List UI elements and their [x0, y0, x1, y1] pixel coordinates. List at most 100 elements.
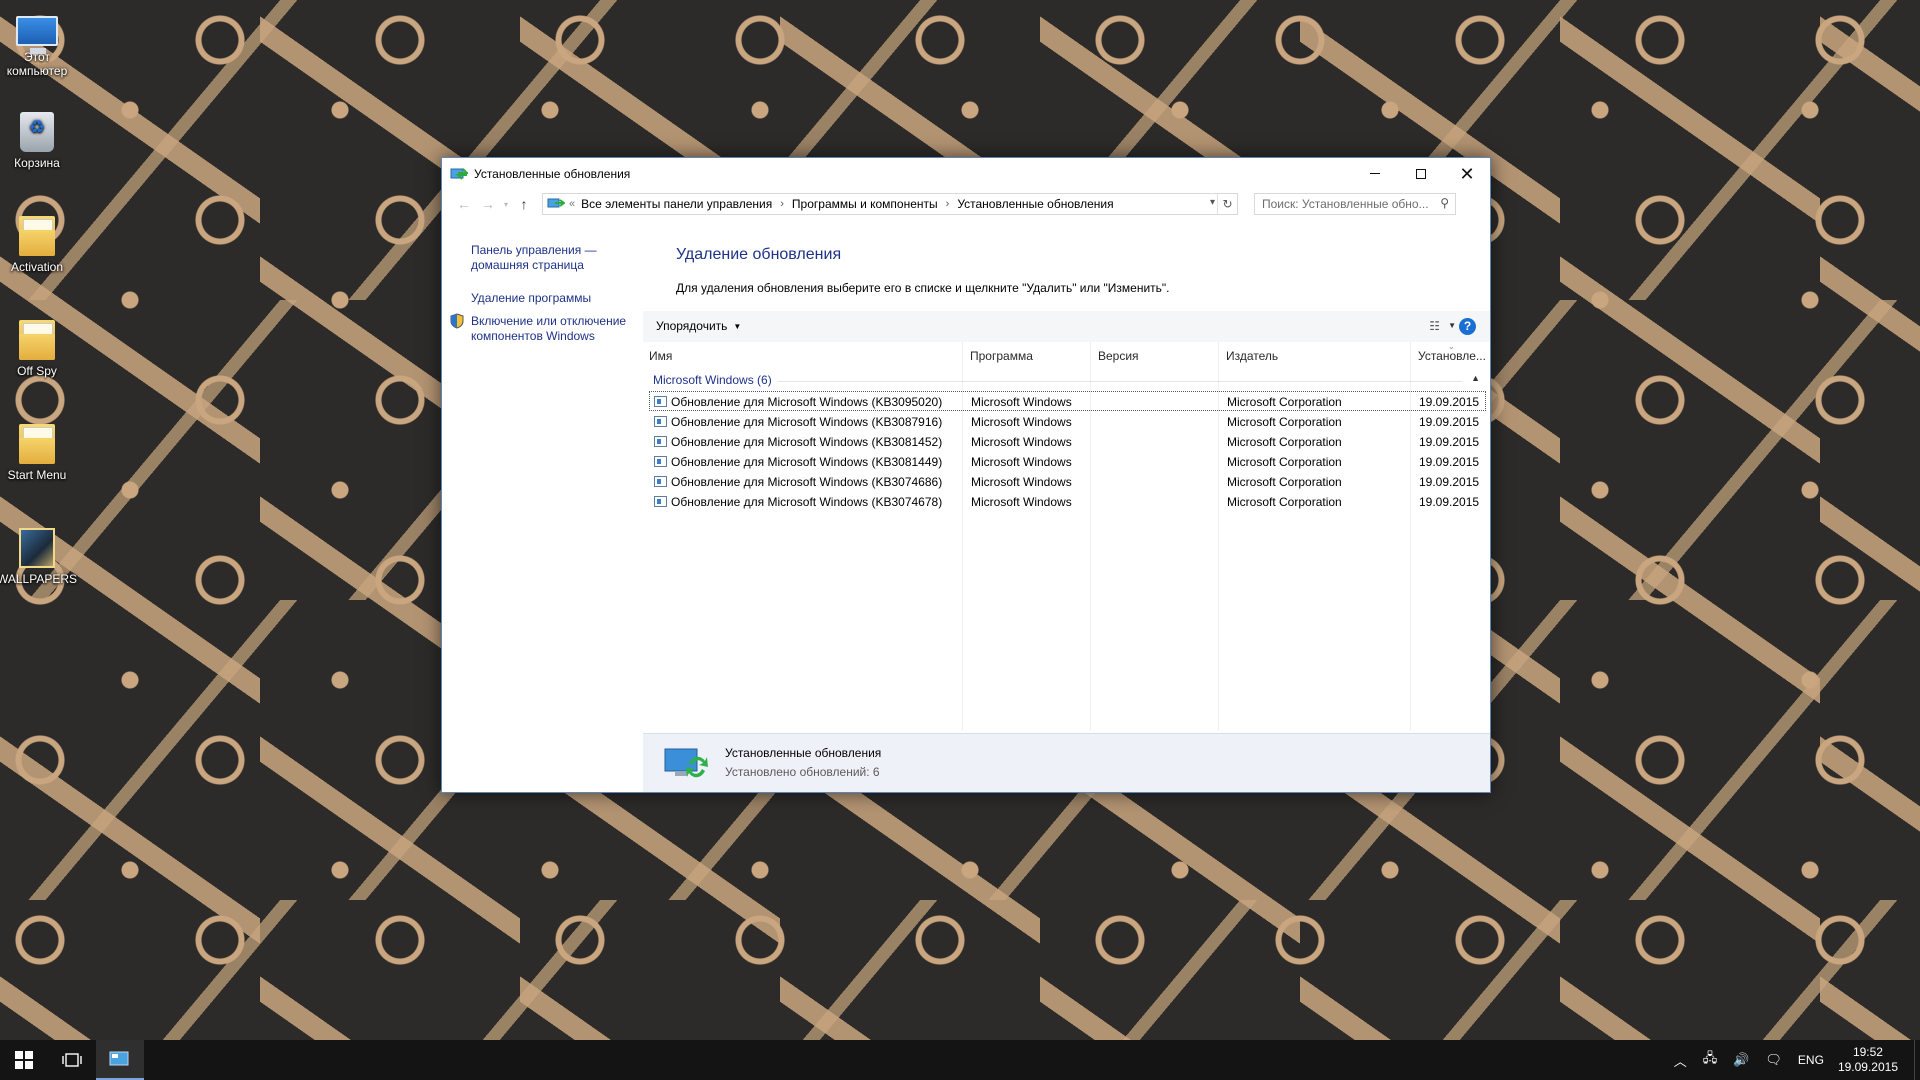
- taskbar-app-control-panel[interactable]: [96, 1040, 144, 1080]
- group-header-microsoft-windows[interactable]: Microsoft Windows (6) ▲: [653, 373, 1480, 389]
- column-header-program[interactable]: Программа: [970, 349, 1033, 363]
- search-input[interactable]: [1262, 197, 1432, 211]
- update-icon: [654, 436, 667, 447]
- cell-installed: 19.09.2015: [1419, 415, 1480, 429]
- action-center-icon[interactable]: 🗨: [1765, 1052, 1782, 1068]
- group-name: Microsoft Windows (6): [653, 373, 778, 387]
- update-icon: [654, 476, 667, 487]
- navigation-bar: ← → ▾ ↑ « Все элементы панели управления…: [442, 189, 1490, 219]
- desktop-icon-start-menu[interactable]: Start Menu: [0, 424, 74, 482]
- show-desktop-button[interactable]: [1914, 1040, 1920, 1080]
- table-row[interactable]: Обновление для Microsoft Windows (KB3081…: [649, 431, 1486, 451]
- cell-name: Обновление для Microsoft Windows (KB3095…: [671, 395, 943, 409]
- forward-arrow-icon[interactable]: →: [476, 196, 500, 212]
- update-icon: [654, 396, 667, 407]
- view-options-icon[interactable]: ☷: [1429, 319, 1440, 333]
- show-hidden-icons-chevron-icon[interactable]: ︿: [1674, 1051, 1687, 1070]
- desktop-icon-wallpapers[interactable]: WALLPAPERS: [0, 528, 78, 586]
- address-overflow[interactable]: «: [569, 198, 575, 210]
- wallpapers-folder-icon: [19, 528, 55, 568]
- desktop-icon-label: WALLPAPERS: [0, 572, 78, 586]
- cell-installed: 19.09.2015: [1419, 435, 1480, 449]
- collapse-icon[interactable]: ▲: [1471, 373, 1480, 383]
- input-language-indicator[interactable]: ENG: [1798, 1053, 1824, 1067]
- search-icon[interactable]: ⚲: [1440, 196, 1449, 210]
- cell-program: Microsoft Windows: [971, 415, 1072, 429]
- cell-publisher: Microsoft Corporation: [1227, 415, 1342, 429]
- desktop-icon-label: Activation: [10, 260, 64, 274]
- control-panel-icon: [450, 167, 470, 181]
- table-row[interactable]: Обновление для Microsoft Windows (KB3074…: [649, 491, 1486, 511]
- column-header-name[interactable]: Имя: [649, 349, 672, 363]
- desktop-icon-label: Off Spy: [17, 364, 57, 378]
- search-box[interactable]: ⚲: [1254, 193, 1456, 215]
- taskbar: ︿ 🖧 🔊 🗨 ENG 19:52 19.09.2015: [0, 1040, 1920, 1080]
- task-view-icon: [62, 1053, 82, 1067]
- windows-logo-icon: [15, 1051, 33, 1069]
- start-button[interactable]: [0, 1040, 48, 1080]
- windows-features-link[interactable]: Включение или отключение компонентов Win…: [471, 314, 641, 344]
- organize-button[interactable]: Упорядочить ▼: [656, 319, 741, 333]
- back-arrow-icon[interactable]: ←: [452, 196, 476, 212]
- breadcrumb-programs-and-features[interactable]: Программы и компоненты: [792, 197, 938, 211]
- maximize-button[interactable]: [1398, 158, 1444, 189]
- volume-icon[interactable]: 🔊: [1733, 1052, 1749, 1068]
- table-row[interactable]: Обновление для Microsoft Windows (KB3095…: [649, 391, 1486, 411]
- desktop-icon-label: Корзина: [14, 156, 60, 170]
- cell-program: Microsoft Windows: [971, 495, 1072, 509]
- computer-icon: [16, 16, 58, 54]
- breadcrumb-installed-updates[interactable]: Установленные обновления: [957, 197, 1113, 211]
- chevron-down-icon: ▼: [733, 322, 742, 331]
- control-panel-icon: [547, 198, 566, 210]
- clock[interactable]: 19:52 19.09.2015: [1838, 1045, 1898, 1075]
- column-header-version[interactable]: Версия: [1098, 349, 1139, 363]
- view-dropdown-icon[interactable]: ▼: [1448, 321, 1456, 330]
- breadcrumb-all-control-panel-items[interactable]: Все элементы панели управления: [581, 197, 772, 211]
- desktop-icon-off-spy[interactable]: Off Spy: [0, 320, 74, 378]
- table-row[interactable]: Обновление для Microsoft Windows (KB3087…: [649, 411, 1486, 431]
- details-title: Установленные обновления: [725, 746, 882, 760]
- installed-updates-window: Установленные обновления ✕ ← → ▾ ↑ « Все…: [441, 157, 1491, 793]
- column-header-installed[interactable]: Установле...: [1418, 349, 1486, 363]
- folder-icon: [19, 424, 55, 464]
- desktop-icon-this-pc[interactable]: Этот компьютер: [0, 10, 74, 78]
- column-header-publisher[interactable]: Издатель: [1226, 349, 1278, 363]
- cell-name: Обновление для Microsoft Windows (KB3081…: [671, 455, 943, 469]
- shield-icon: [450, 313, 464, 332]
- refresh-icon[interactable]: ↻: [1217, 194, 1237, 214]
- clock-time: 19:52: [1852, 1045, 1883, 1059]
- network-icon[interactable]: 🖧: [1703, 1049, 1718, 1071]
- cell-publisher: Microsoft Corporation: [1227, 395, 1342, 409]
- recent-locations-chevron-icon[interactable]: ▾: [500, 200, 512, 209]
- close-button[interactable]: ✕: [1444, 158, 1490, 189]
- cell-name: Обновление для Microsoft Windows (KB3081…: [671, 435, 943, 449]
- minimize-icon: [1370, 173, 1380, 174]
- desktop-icon-activation[interactable]: Activation: [0, 216, 74, 274]
- task-view-button[interactable]: [48, 1040, 96, 1080]
- desktop-icon-recycle-bin[interactable]: Корзина: [0, 112, 74, 170]
- table-row[interactable]: Обновление для Microsoft Windows (KB3081…: [649, 451, 1486, 471]
- page-title: Удаление обновления: [676, 246, 842, 263]
- cell-installed: 19.09.2015: [1419, 455, 1480, 469]
- column-headers: Имя Программа Версия Издатель Установле.…: [643, 342, 1490, 368]
- update-icon: [654, 416, 667, 427]
- close-icon: ✕: [1459, 163, 1475, 184]
- title-bar[interactable]: Установленные обновления ✕: [442, 158, 1490, 189]
- sort-indicator-icon: ⌄: [1448, 342, 1455, 351]
- up-arrow-icon[interactable]: ↑: [512, 196, 536, 212]
- breadcrumb-separator-icon[interactable]: ›: [946, 198, 950, 210]
- table-row[interactable]: Обновление для Microsoft Windows (KB3074…: [649, 471, 1486, 491]
- page-description: Для удаления обновления выберите его в с…: [676, 281, 1170, 295]
- address-bar[interactable]: « Все элементы панели управления › Прогр…: [542, 193, 1238, 215]
- cell-publisher: Microsoft Corporation: [1227, 495, 1342, 509]
- minimize-button[interactable]: [1352, 158, 1398, 189]
- breadcrumb-separator-icon[interactable]: ›: [780, 198, 784, 210]
- cell-publisher: Microsoft Corporation: [1227, 475, 1342, 489]
- control-panel-home-link[interactable]: Панель управления — домашняя страница: [471, 243, 611, 273]
- help-icon[interactable]: ?: [1459, 318, 1476, 335]
- system-tray: ︿ 🖧 🔊 🗨 ENG 19:52 19.09.2015: [1666, 1040, 1920, 1080]
- address-dropdown-icon[interactable]: ▾: [1210, 197, 1215, 208]
- organize-label: Упорядочить: [656, 319, 728, 333]
- installed-updates-icon: [663, 745, 709, 781]
- uninstall-program-link[interactable]: Удаление программы: [471, 291, 591, 306]
